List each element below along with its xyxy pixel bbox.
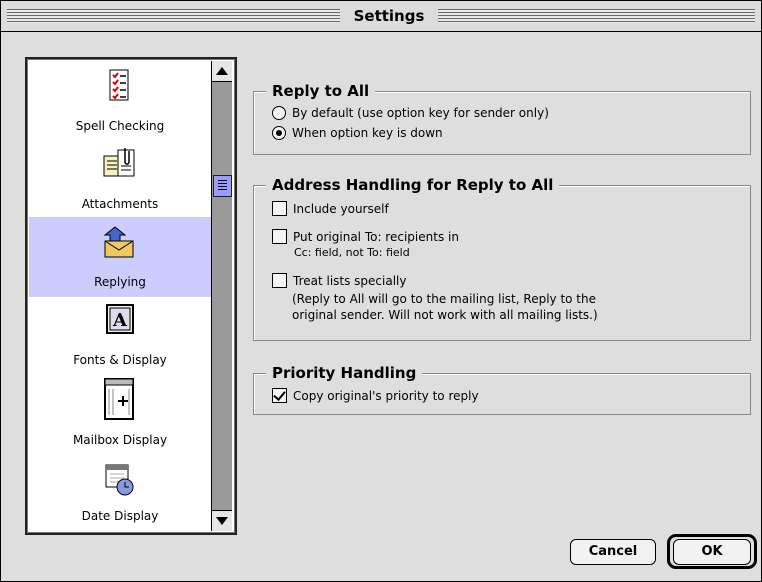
priority-handling-group: Priority Handling Copy original's priori… xyxy=(253,363,751,415)
date-display-icon xyxy=(105,464,134,496)
put-original-label: Put original To: recipients in xyxy=(293,229,459,244)
copy-priority-option[interactable]: Copy original's priority to reply xyxy=(272,388,479,403)
sidebar-scrollbar[interactable] xyxy=(211,61,232,531)
address-handling-group: Address Handling for Reply to All Includ… xyxy=(253,175,751,341)
priority-handling-title: Priority Handling xyxy=(266,363,423,383)
radio-button-selected[interactable] xyxy=(272,126,286,140)
put-original-checkbox[interactable] xyxy=(272,229,287,244)
include-yourself-label: Include yourself xyxy=(293,201,389,216)
cancel-button[interactable]: Cancel xyxy=(570,539,656,565)
radio-when-option-key-down[interactable]: When option key is down xyxy=(272,126,443,140)
fonts-display-icon: A xyxy=(106,304,134,334)
copy-priority-checkbox[interactable] xyxy=(272,388,287,403)
put-original-sublabel: Cc: field, not To: field xyxy=(294,246,410,259)
treat-lists-label: Treat lists specially xyxy=(293,273,407,288)
attachments-icon xyxy=(103,148,135,177)
address-handling-title: Address Handling for Reply to All xyxy=(266,175,560,195)
radio-by-default[interactable]: By default (use option key for sender on… xyxy=(272,106,549,120)
include-yourself-option[interactable]: Include yourself xyxy=(272,201,389,216)
treat-lists-note-1: (Reply to All will go to the mailing lis… xyxy=(292,292,596,306)
include-yourself-checkbox[interactable] xyxy=(272,201,287,216)
svg-text:A: A xyxy=(112,310,128,331)
title-bar[interactable]: Settings xyxy=(1,1,761,32)
sidebar-item-label: Attachments xyxy=(81,197,159,211)
sidebar-item-label: Spell Checking xyxy=(75,119,165,133)
sidebar-item-label: Replying xyxy=(94,275,146,289)
put-original-option[interactable]: Put original To: recipients in xyxy=(272,229,459,244)
sidebar-item-label: Mailbox Display xyxy=(72,433,168,447)
scroll-up-arrow[interactable] xyxy=(212,61,232,82)
radio-button[interactable] xyxy=(272,106,286,120)
settings-category-list[interactable]: Spell Checking Attachments Replying A Fo… xyxy=(25,57,237,535)
sidebar-item-attachments[interactable]: Attachments xyxy=(29,139,211,217)
reply-to-all-title: Reply to All xyxy=(266,81,376,101)
copy-priority-label: Copy original's priority to reply xyxy=(293,388,479,403)
scroll-down-arrow[interactable] xyxy=(212,510,232,531)
window-title: Settings xyxy=(353,7,425,25)
sidebar-item-replying[interactable]: Replying xyxy=(29,217,211,297)
title-bar-stripes-left xyxy=(7,9,340,23)
reply-to-all-group: Reply to All By default (use option key … xyxy=(253,81,751,155)
scroll-thumb[interactable] xyxy=(213,175,232,197)
sidebar-item-date-display[interactable]: Date Display xyxy=(29,453,211,531)
sidebar-item-label: Fonts & Display xyxy=(73,353,167,367)
mailbox-display-icon xyxy=(104,378,134,420)
radio-label: By default (use option key for sender on… xyxy=(292,106,549,120)
treat-lists-option[interactable]: Treat lists specially xyxy=(272,273,407,288)
arrow-up-icon xyxy=(216,67,228,75)
treat-lists-checkbox[interactable] xyxy=(272,273,287,288)
sidebar-item-spell-checking[interactable]: Spell Checking xyxy=(29,61,211,139)
sidebar-item-mailbox-display[interactable]: Mailbox Display xyxy=(29,375,211,453)
sidebar-item-label: Date Display xyxy=(81,509,159,523)
arrow-down-icon xyxy=(216,517,228,525)
sidebar-item-fonts-display[interactable]: A Fonts & Display xyxy=(29,297,211,375)
settings-window: Settings Spell Checking Attachments Repl… xyxy=(0,0,762,582)
replying-icon xyxy=(103,226,134,258)
title-bar-stripes-right xyxy=(438,9,755,23)
ok-button[interactable]: OK xyxy=(673,539,751,565)
radio-label: When option key is down xyxy=(292,126,443,140)
spell-checking-icon xyxy=(109,69,129,101)
treat-lists-note-2: original sender. Will not work with all … xyxy=(292,308,598,322)
